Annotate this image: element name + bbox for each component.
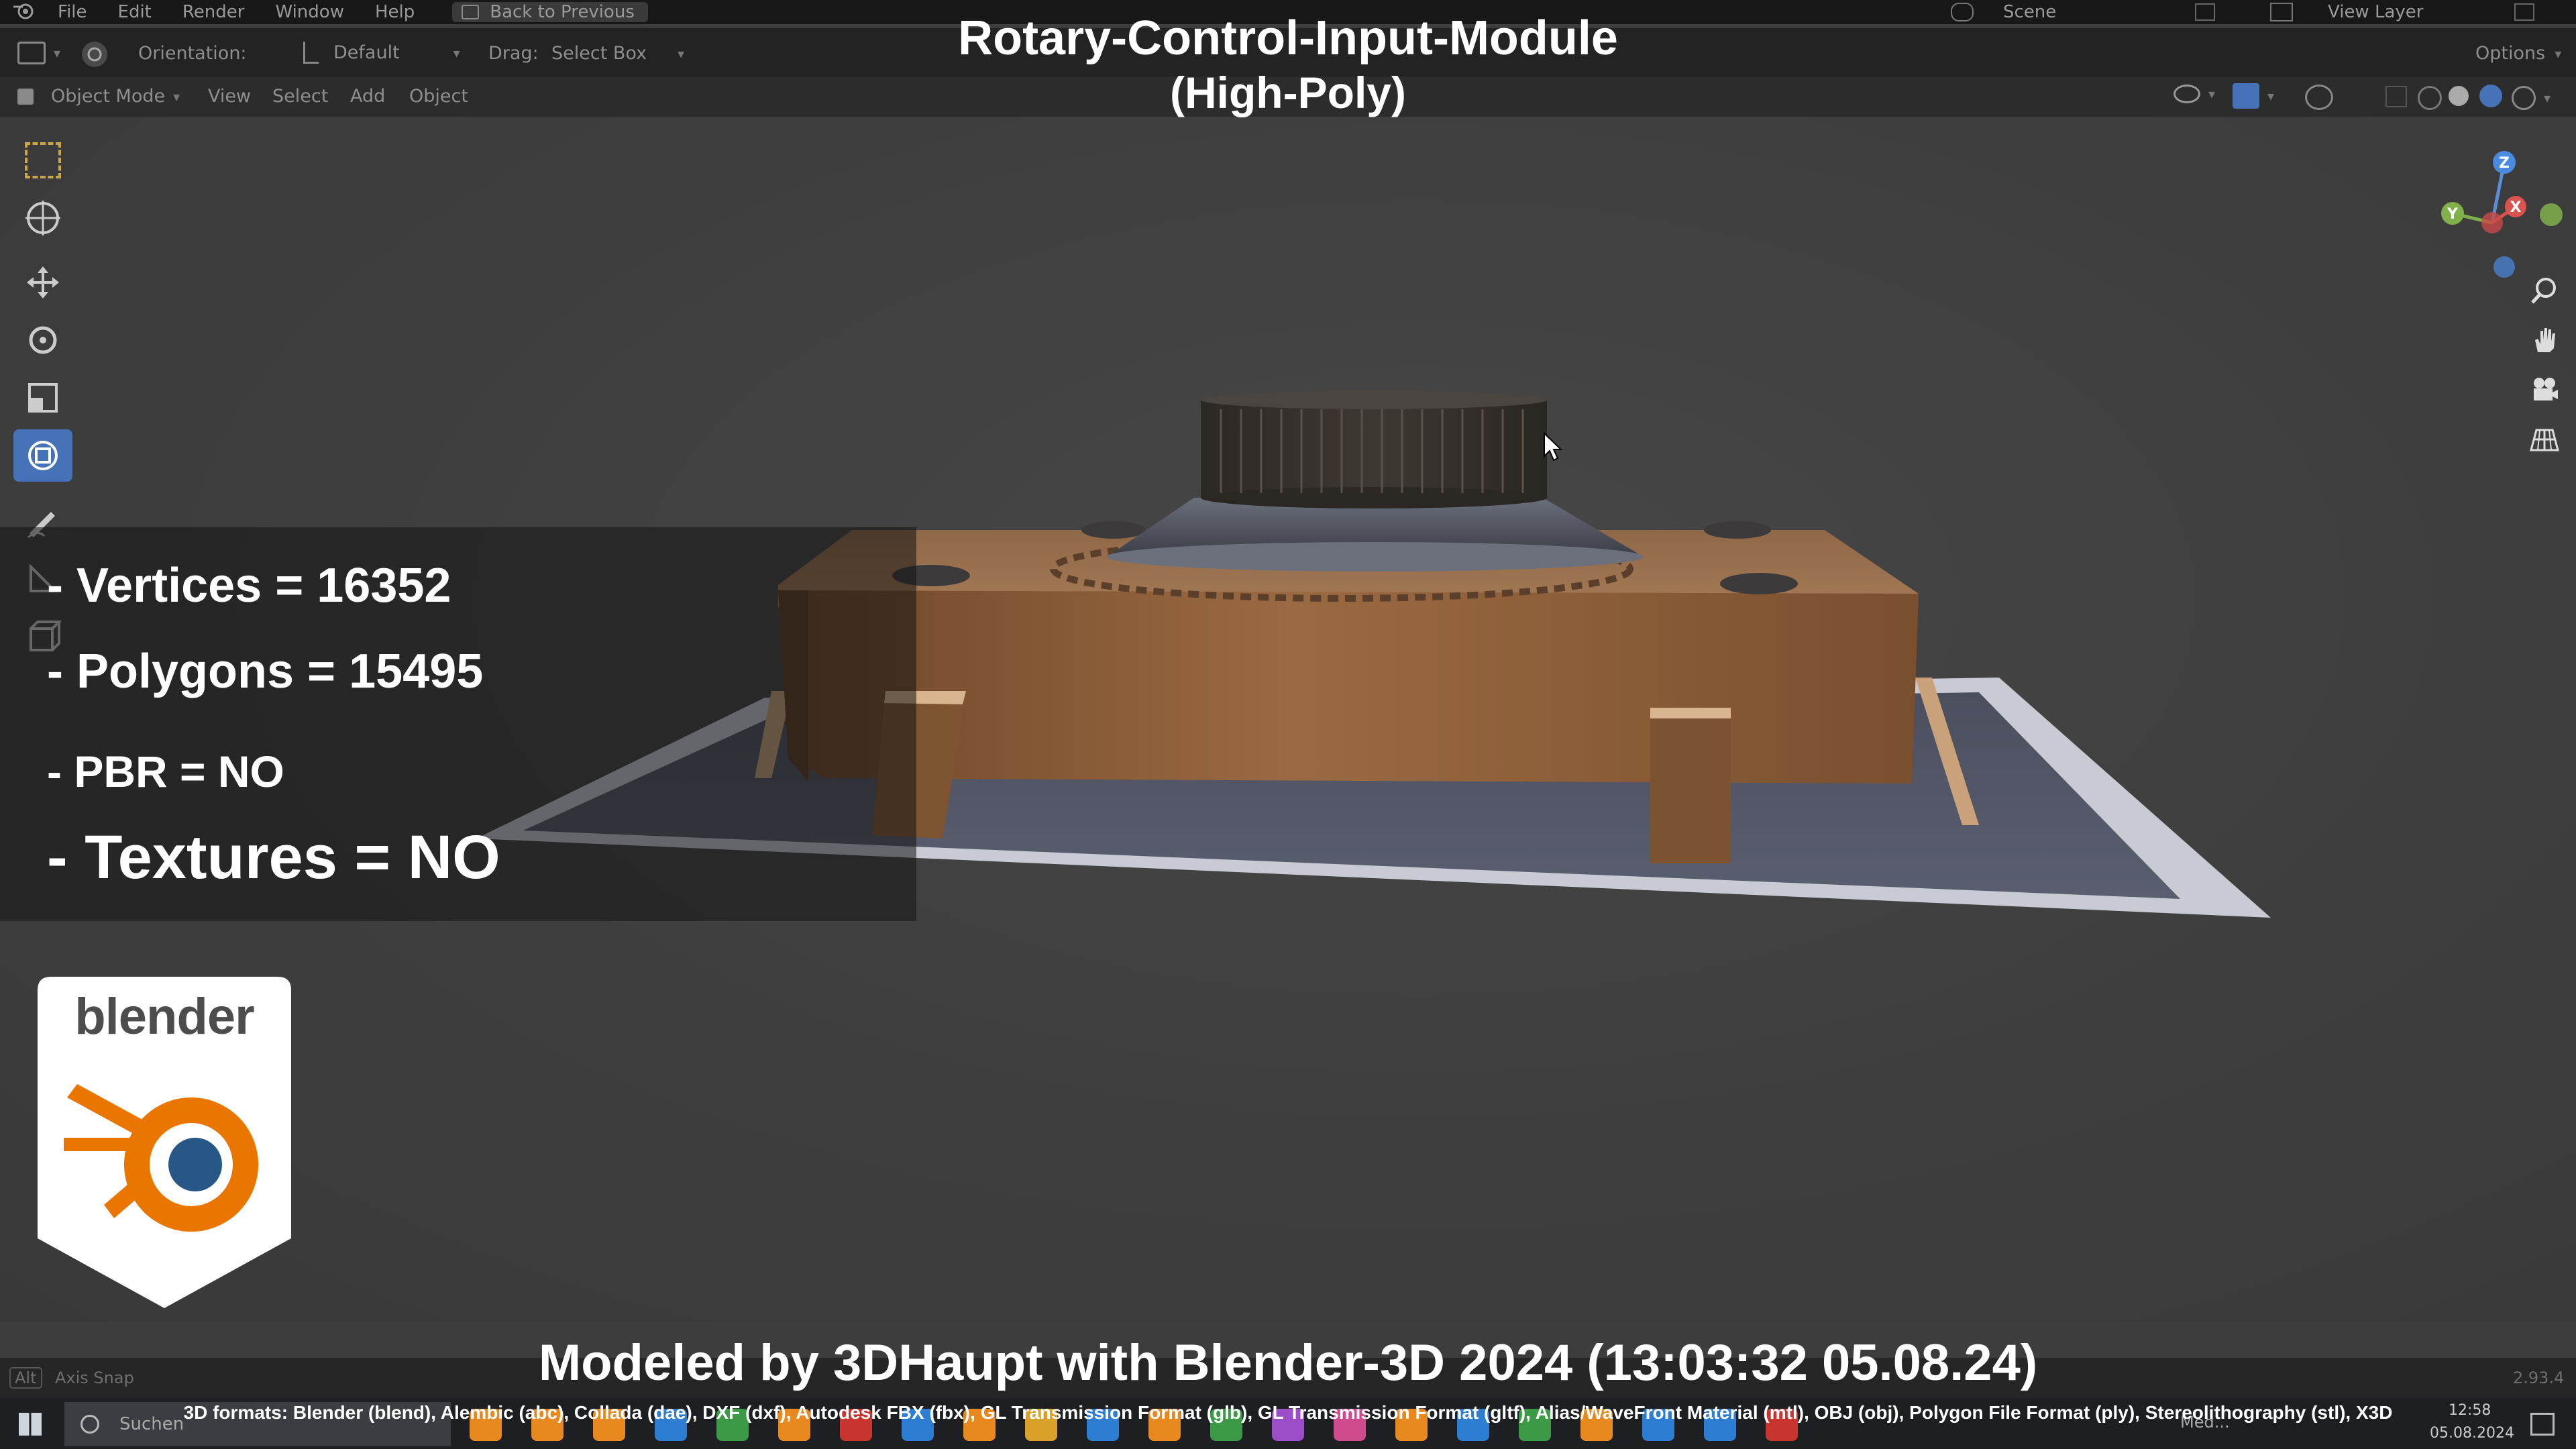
gizmo-x-label: X [2510,199,2522,216]
rotate-tool[interactable] [13,314,72,366]
camera-icon [2534,378,2558,400]
camera-view-button[interactable] [2525,370,2564,409]
move-tool[interactable] [13,256,72,309]
scale-icon [28,383,58,413]
move-icon [27,266,59,299]
textures-stat: - Textures = NO [47,823,500,892]
hand-icon [2535,328,2555,352]
gizmo-y-label: Y [2447,206,2459,223]
vertices-stat: - Vertices = 16352 [47,559,451,612]
select-box-tool[interactable] [13,134,72,186]
stats-panel: - Vertices = 16352 - Polygons = 15495 - … [0,527,916,921]
formats-caption: 3D formats: Blender (blend), Alembic (ab… [183,1402,2393,1423]
grid-perspective-icon [2530,429,2559,451]
title-line2: (High-Poly) [1170,68,1406,117]
select-box-icon [25,142,61,178]
mouse-cursor-icon [1544,432,1563,462]
cursor-3d-icon [25,201,60,235]
pan-button[interactable] [2525,321,2564,360]
transform-tool[interactable] [13,429,72,482]
perspective-toggle-button[interactable] [2525,420,2564,459]
navigation-gizmo[interactable]: Z Y X [2428,130,2576,278]
blender-logo-wordmark: blender [74,988,255,1045]
pbr-stat: - PBR = NO [47,747,284,796]
rotate-icon [29,326,57,354]
scale-tool[interactable] [13,372,72,424]
gizmo-z-label: Z [2499,155,2510,172]
zoom-button[interactable] [2525,271,2564,310]
magnifier-icon [2531,278,2556,304]
cursor-tool[interactable] [13,192,72,244]
polygons-stat: - Polygons = 15495 [47,645,484,698]
credit-caption: Modeled by 3DHaupt with Blender-3D 2024 … [538,1334,2038,1391]
transform-icon [28,441,58,470]
taskbar-date: 05.08.2024 [2430,1425,2514,1442]
title-line1: Rotary-Control-Input-Module [958,11,1618,65]
